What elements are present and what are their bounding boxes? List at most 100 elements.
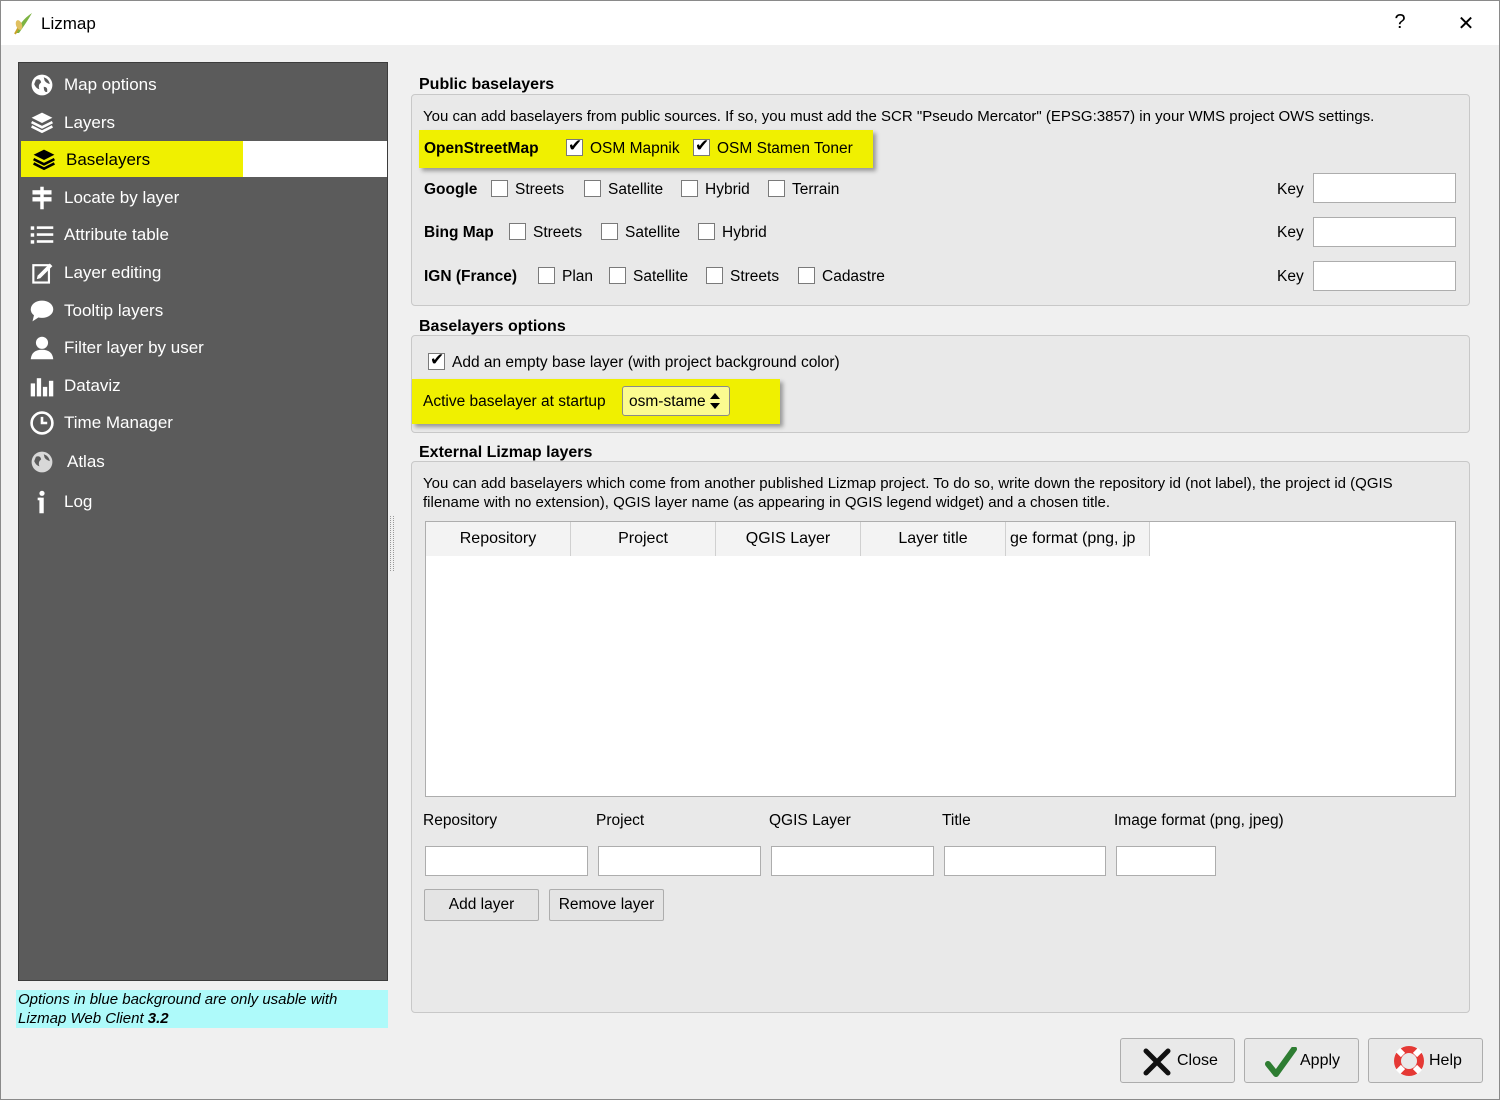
ign-label: IGN (France) — [424, 268, 518, 285]
bing-key-input[interactable] — [1313, 217, 1456, 247]
help-button-label: Help — [1429, 1052, 1462, 1069]
column-header-layer-title[interactable]: Layer title — [861, 522, 1006, 556]
bing-hybrid-checkbox[interactable] — [698, 223, 715, 240]
globe-icon — [31, 74, 53, 96]
sidebar-item-dataviz[interactable]: Dataviz — [23, 367, 385, 403]
ign-plan-label: Plan — [562, 268, 594, 285]
ign-streets-label: Streets — [730, 268, 780, 285]
osm-stamen-checkbox[interactable] — [693, 136, 710, 156]
ign-satellite-label: Satellite — [633, 268, 689, 285]
qgis-layer-label: QGIS Layer — [769, 812, 851, 829]
google-key-input[interactable] — [1313, 173, 1456, 203]
public-baselayers-title: Public baselayers — [419, 76, 555, 93]
sidebar-item-label: Baselayers — [66, 150, 151, 169]
empty-base-layer-label: Add an empty base layer (with project ba… — [452, 354, 840, 371]
sidebar-item-locate-by-layer[interactable]: Locate by layer — [23, 179, 385, 215]
google-streets-checkbox[interactable] — [491, 180, 508, 197]
ign-plan-checkbox[interactable] — [538, 267, 555, 284]
speech-bubble-icon — [30, 300, 54, 322]
help-icon[interactable]: ? — [1385, 11, 1415, 34]
qgis-layer-input[interactable] — [771, 846, 934, 876]
repository-label: Repository — [423, 812, 498, 829]
sidebar-item-label: Layer editing — [64, 263, 162, 282]
signpost-icon — [32, 186, 52, 210]
checkmark-icon — [1265, 1047, 1297, 1077]
column-header-repository[interactable]: Repository — [426, 522, 571, 556]
active-baselayer-value: osm-stame — [629, 393, 706, 410]
apply-button[interactable]: Apply — [1244, 1038, 1359, 1083]
project-label: Project — [596, 812, 645, 829]
active-baselayer-label: Active baselayer at startup — [423, 393, 606, 410]
bing-satellite-checkbox[interactable] — [601, 223, 618, 240]
user-icon — [30, 336, 54, 360]
title-input[interactable] — [944, 846, 1106, 876]
external-layers-description-line2: filename with no extension), QGIS layer … — [423, 494, 1111, 511]
sidebar-item-tooltip-layers[interactable]: Tooltip layers — [23, 292, 385, 328]
osm-label: OpenStreetMap — [424, 140, 539, 157]
info-icon — [37, 490, 45, 514]
sidebar-item-log[interactable]: Log — [23, 483, 385, 519]
apply-button-label: Apply — [1300, 1052, 1341, 1069]
bar-chart-icon — [30, 378, 54, 397]
spinner-arrows-icon — [710, 393, 720, 409]
sidebar-item-layer-editing[interactable]: Layer editing — [23, 254, 385, 290]
sidebar-item-label: Tooltip layers — [64, 301, 164, 320]
sidebar-item-map-options[interactable]: Map options — [23, 66, 385, 102]
image-format-input[interactable] — [1116, 846, 1216, 876]
external-layers-table[interactable]: Repository Project QGIS Layer Layer titl… — [425, 521, 1456, 797]
active-baselayer-select[interactable]: osm-stame — [622, 386, 730, 416]
ign-key-label: Key — [1277, 268, 1304, 285]
layers-icon — [33, 149, 55, 171]
version-note: Options in blue background are only usab… — [16, 990, 388, 1028]
bing-satellite-label: Satellite — [625, 224, 681, 241]
add-layer-button[interactable]: Add layer — [424, 889, 539, 921]
close-icon[interactable]: ✕ — [1451, 11, 1481, 36]
osm-mapnik-label: OSM Mapnik — [590, 140, 680, 157]
version-number: 3.2 — [147, 1010, 169, 1027]
sidebar-item-label: Atlas — [67, 452, 105, 471]
clock-icon — [30, 411, 54, 435]
sidebar-item-label: Locate by layer — [64, 188, 180, 207]
remove-layer-button[interactable]: Remove layer — [549, 889, 664, 921]
layers-icon — [31, 112, 53, 134]
lizmap-logo-icon — [14, 13, 32, 35]
sidebar-item-label: Filter layer by user — [64, 338, 204, 357]
project-input[interactable] — [598, 846, 761, 876]
close-button-label: Close — [1177, 1052, 1218, 1069]
sidebar-item-baselayers[interactable]: Baselayers — [21, 141, 387, 177]
list-icon — [30, 226, 54, 244]
sidebar-item-label: Layers — [64, 113, 116, 132]
close-button[interactable]: Close — [1120, 1038, 1235, 1083]
column-header-qgis-layer[interactable]: QGIS Layer — [716, 522, 861, 556]
google-terrain-checkbox[interactable] — [768, 180, 785, 197]
google-satellite-checkbox[interactable] — [584, 180, 601, 197]
image-format-label: Image format (png, jpeg) — [1114, 812, 1284, 829]
ign-streets-checkbox[interactable] — [706, 267, 723, 284]
sidebar-item-filter-layer-by-user[interactable]: Filter layer by user — [23, 329, 385, 365]
splitter-handle[interactable] — [390, 516, 394, 571]
sidebar-item-label: Time Manager — [64, 413, 173, 432]
ign-cadastre-checkbox[interactable] — [798, 267, 815, 284]
google-label: Google — [424, 181, 478, 198]
column-header-project[interactable]: Project — [571, 522, 716, 556]
column-header-image-format[interactable]: ge format (png, jp — [1006, 522, 1150, 556]
sidebar-item-time-manager[interactable]: Time Manager — [23, 404, 385, 440]
baselayers-options-title: Baselayers options — [419, 318, 566, 335]
sidebar-item-atlas[interactable]: Atlas — [23, 443, 385, 479]
bing-hybrid-label: Hybrid — [722, 224, 767, 241]
google-hybrid-checkbox[interactable] — [681, 180, 698, 197]
repository-input[interactable] — [425, 846, 588, 876]
bing-key-label: Key — [1277, 224, 1304, 241]
google-hybrid-label: Hybrid — [705, 181, 750, 198]
sidebar-item-layers[interactable]: Layers — [23, 104, 385, 140]
sidebar-item-attribute-table[interactable]: Attribute table — [23, 216, 385, 252]
bing-streets-checkbox[interactable] — [509, 223, 526, 240]
lifebuoy-icon — [1394, 1046, 1424, 1076]
sidebar-item-label: Dataviz — [64, 376, 121, 395]
empty-base-layer-checkbox[interactable] — [428, 350, 445, 370]
help-button[interactable]: Help — [1368, 1038, 1483, 1083]
osm-mapnik-checkbox[interactable] — [566, 136, 583, 156]
ign-satellite-checkbox[interactable] — [609, 267, 626, 284]
ign-cadastre-label: Cadastre — [822, 268, 885, 285]
ign-key-input[interactable] — [1313, 261, 1456, 291]
